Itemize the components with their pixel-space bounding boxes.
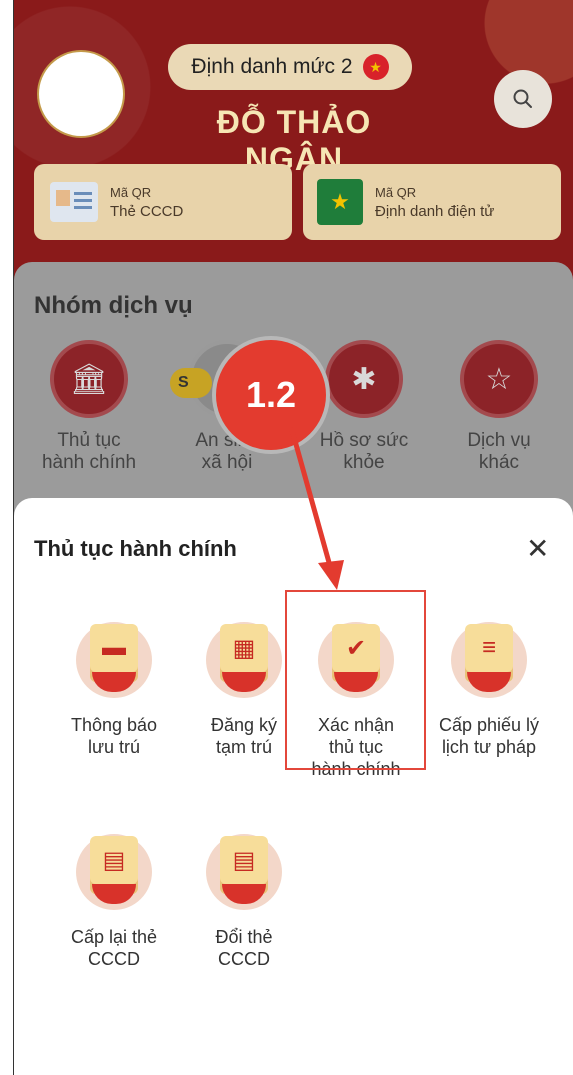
item-label-line2: lưu trú — [87, 737, 141, 757]
item-label-line2: CCCD — [218, 949, 270, 969]
id-card-renew-icon: ▤ — [72, 828, 156, 912]
item-residence-notice[interactable]: ▬ Thông báo lưu trú — [44, 616, 184, 758]
highlight-box — [285, 590, 426, 770]
item-label-line2: lịch tư pháp — [441, 737, 537, 757]
item-label-line1: Cấp phiếu lý — [438, 715, 540, 735]
item-label-line1: Thông báo — [70, 715, 158, 735]
notice-icon: ▬ — [72, 616, 156, 700]
item-label-line1: Đổi thẻ — [215, 927, 273, 947]
judicial-record-icon: ≡ — [447, 616, 531, 700]
item-judicial-record[interactable]: ≡ Cấp phiếu lý lịch tư pháp — [419, 616, 559, 758]
phone-frame: Định danh mức 2 ★ ĐỖ THẢO NGÂN Mã QR Thẻ… — [13, 0, 573, 1075]
id-card-exchange-icon: ▤ — [202, 828, 286, 912]
pointer-arrow — [289, 427, 344, 590]
item-reissue-cccd[interactable]: ▤ Cấp lại thẻ CCCD — [44, 828, 184, 970]
item-label-line2: CCCD — [88, 949, 140, 969]
item-exchange-cccd[interactable]: ▤ Đổi thẻ CCCD — [174, 828, 314, 970]
item-label-line1: Cấp lại thẻ — [70, 927, 158, 947]
building-icon: ▦ — [202, 616, 286, 700]
